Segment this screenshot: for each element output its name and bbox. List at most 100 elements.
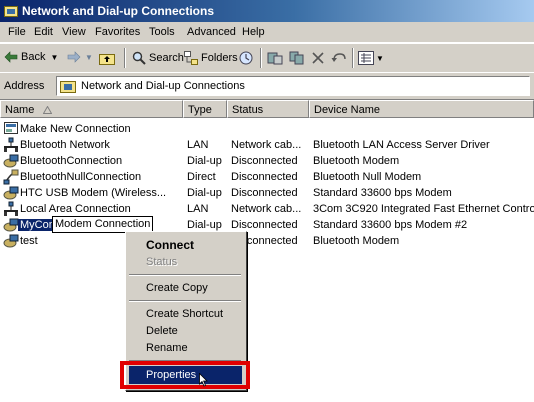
menu-file[interactable]: File <box>8 26 26 38</box>
menu-favorites[interactable]: Favorites <box>95 26 140 38</box>
menu-edit[interactable]: Edit <box>34 26 53 38</box>
list-item[interactable]: HTC USB Modem (Wireless... Dial-up Disco… <box>0 185 534 201</box>
list-item[interactable]: test Disconnected Bluetooth Modem <box>0 233 534 249</box>
dialup-icon <box>3 154 19 168</box>
copy-to-button[interactable] <box>289 51 305 65</box>
connections-list[interactable]: Name Type Status Device Name Make New Co… <box>0 99 534 402</box>
menu-item-delete[interactable]: Delete <box>146 325 178 337</box>
connection-name: Make New Connection <box>20 123 131 135</box>
toolbar-separator <box>260 48 262 68</box>
list-item[interactable]: BluetoothConnection Dial-up Disconnected… <box>0 153 534 169</box>
move-to-icon <box>267 52 283 65</box>
column-header-device-label: Device Name <box>314 104 381 116</box>
menu-separator <box>129 300 241 302</box>
mouse-pointer-icon <box>199 373 208 387</box>
wizard-icon <box>4 122 18 134</box>
connection-type: Dial-up <box>187 219 222 231</box>
column-header-status[interactable]: Status <box>227 100 309 118</box>
back-button[interactable]: Back ▼ <box>4 51 58 63</box>
dialup-icon <box>3 218 19 232</box>
connection-name: test <box>20 235 38 247</box>
sort-ascending-icon <box>43 106 52 114</box>
back-dropdown-icon[interactable]: ▼ <box>50 53 58 62</box>
list-item[interactable]: Make New Connection <box>0 121 534 137</box>
menu-help[interactable]: Help <box>242 26 265 38</box>
menu-item-connect[interactable]: Connect <box>146 238 194 252</box>
connection-status: Network cab... <box>231 139 302 151</box>
up-folder-button[interactable] <box>99 51 115 65</box>
window-title: Network and Dial-up Connections <box>22 4 215 18</box>
list-item[interactable]: BluetoothNullConnection Direct Disconnec… <box>0 169 534 185</box>
search-button[interactable]: Search <box>132 51 184 65</box>
connection-type: Dial-up <box>187 187 222 199</box>
search-icon <box>132 51 146 65</box>
title-bar: Network and Dial-up Connections <box>0 0 534 22</box>
forward-arrow-icon <box>67 51 81 63</box>
history-icon <box>239 51 253 65</box>
menu-tools[interactable]: Tools <box>149 26 175 38</box>
menu-item-properties[interactable]: Properties <box>129 366 242 384</box>
menu-item-status: Status <box>146 256 178 268</box>
forward-dropdown-icon[interactable]: ▼ <box>85 53 93 62</box>
device-name: Bluetooth Modem <box>313 155 400 167</box>
menu-item-create-copy[interactable]: Create Copy <box>146 282 208 294</box>
views-dropdown-icon[interactable]: ▼ <box>376 54 384 63</box>
forward-button[interactable]: ▼ <box>67 51 93 63</box>
back-arrow-icon <box>4 51 18 63</box>
move-to-button[interactable] <box>267 51 283 65</box>
address-bar: Address Network and Dial-up Connections <box>0 72 534 99</box>
direct-icon <box>3 169 19 185</box>
menu-separator <box>129 360 241 362</box>
address-value: Network and Dial-up Connections <box>81 80 245 92</box>
menu-view[interactable]: View <box>62 26 86 38</box>
history-button[interactable] <box>238 51 254 65</box>
device-name: Standard 33600 bps Modem #2 <box>313 219 468 231</box>
list-item[interactable]: Local Area Connection LAN Network cab...… <box>0 201 534 217</box>
search-label: Search <box>149 52 184 64</box>
connection-name: Bluetooth Network <box>20 139 110 151</box>
folders-icon <box>184 51 198 65</box>
menu-advanced[interactable]: Advanced <box>187 26 236 38</box>
up-folder-icon <box>99 54 115 65</box>
device-name: Bluetooth Null Modem <box>313 171 422 183</box>
device-name: Bluetooth LAN Access Server Driver <box>313 139 490 151</box>
column-header-name[interactable]: Name <box>0 100 183 118</box>
menu-bar: File Edit View Favorites Tools Advanced … <box>0 22 534 43</box>
list-item[interactable]: Bluetooth Network LAN Network cab... Blu… <box>0 137 534 153</box>
connection-type: LAN <box>187 139 209 151</box>
context-menu: Connect Status Create Copy Create Shortc… <box>125 231 247 391</box>
connection-type: Direct <box>187 171 216 183</box>
toolbar-separator <box>352 48 354 68</box>
connection-name: BluetoothNullConnection <box>20 171 142 183</box>
column-header-type[interactable]: Type <box>183 100 227 118</box>
copy-to-icon <box>289 51 304 65</box>
folders-button[interactable]: Folders <box>184 51 238 65</box>
undo-button[interactable] <box>331 51 347 65</box>
connection-name: Local Area Connection <box>20 203 131 215</box>
connection-status: Disconnected <box>231 187 298 199</box>
lan-icon <box>4 201 18 216</box>
connection-status: Disconnected <box>231 155 298 167</box>
connection-status: Network cab... <box>231 203 302 215</box>
dialup-icon <box>3 234 19 248</box>
delete-icon <box>312 52 324 64</box>
folders-label: Folders <box>201 52 238 64</box>
views-button[interactable]: ▼ <box>358 51 384 65</box>
views-icon <box>358 51 374 65</box>
menu-separator <box>129 274 241 276</box>
toolbar-separator <box>124 48 126 68</box>
address-field[interactable]: Network and Dial-up Connections <box>56 76 530 96</box>
list-item-selected[interactable]: MyConnt Modem Connection Dial-up Disconn… <box>0 216 534 233</box>
delete-button[interactable] <box>311 51 325 65</box>
menu-item-rename[interactable]: Rename <box>146 342 188 354</box>
connection-type: Dial-up <box>187 155 222 167</box>
network-folder-icon <box>4 6 18 17</box>
menu-item-create-shortcut[interactable]: Create Shortcut <box>146 308 223 320</box>
connection-name: HTC USB Modem (Wireless... <box>20 187 167 199</box>
column-header-status-label: Status <box>232 104 264 116</box>
connection-status: Disconnected <box>231 219 298 231</box>
list-header: Name Type Status Device Name <box>0 100 534 118</box>
column-header-device-name[interactable]: Device Name <box>309 100 534 118</box>
column-header-type-label: Type <box>188 104 212 116</box>
network-folder-icon <box>60 81 76 93</box>
